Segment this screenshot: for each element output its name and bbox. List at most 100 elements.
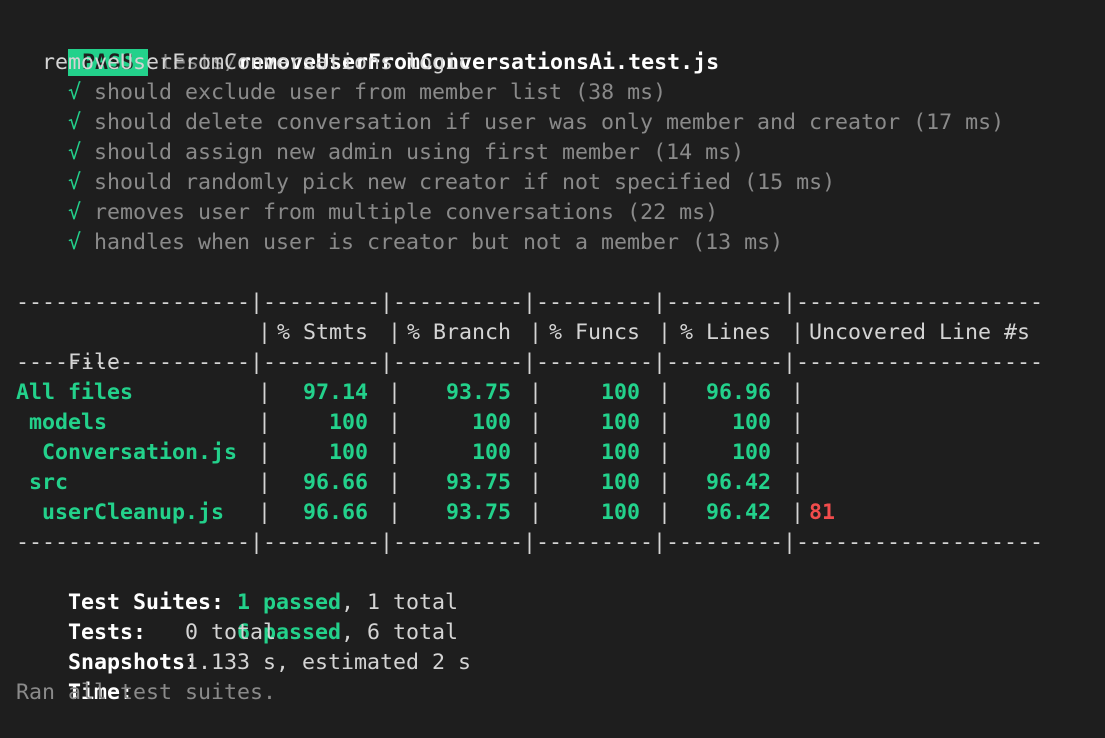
test-duration: (15 ms) xyxy=(744,170,836,195)
terminal-output: PASS tests/removeUserFromConversationsAi.… xyxy=(0,0,1105,715)
column-separator: | xyxy=(658,440,672,465)
check-icon: √ xyxy=(68,140,82,165)
coverage-row-file: All files xyxy=(16,380,134,405)
column-separator: | xyxy=(791,380,805,405)
coverage-cell-funcs: 100 xyxy=(600,500,640,525)
test-result-item: √ handles when user is creator but not a… xyxy=(68,228,783,258)
coverage-cell-lines: 100 xyxy=(731,440,771,465)
coverage-row-file: userCleanup.js xyxy=(16,500,225,525)
column-separator: | xyxy=(658,380,672,405)
coverage-separator-bottom: ------------------|---------|----------|… xyxy=(16,530,1044,555)
summary-snapshots-value: 0 total xyxy=(185,620,277,645)
coverage-cell-lines: 100 xyxy=(731,410,771,435)
column-separator: | xyxy=(658,470,672,495)
coverage-header-uncovered: Uncovered Line #s xyxy=(809,320,1031,345)
column-separator: | xyxy=(258,470,272,495)
column-separator: | xyxy=(388,440,402,465)
test-duration: (22 ms) xyxy=(627,200,719,225)
summary-snapshots: Snapshots: xyxy=(16,618,198,675)
coverage-header-row: File xyxy=(16,318,120,375)
test-label: handles when user is creator but not a m… xyxy=(94,230,680,255)
column-separator: | xyxy=(529,410,543,435)
column-separator: | xyxy=(791,500,805,525)
test-result-item: √ should delete conversation if user was… xyxy=(68,108,1004,138)
summary-test-suites-value: 1 passed, 1 total xyxy=(185,558,458,615)
column-separator: | xyxy=(388,470,402,495)
column-separator: | xyxy=(791,410,805,435)
column-separator: | xyxy=(529,320,543,345)
column-separator: | xyxy=(388,380,402,405)
column-separator: | xyxy=(258,440,272,465)
column-separator: | xyxy=(529,500,543,525)
test-label: should exclude user from member list xyxy=(94,80,563,105)
coverage-header-branch: % Branch xyxy=(406,320,511,345)
summary-tests: Tests: xyxy=(16,588,146,645)
test-duration: (14 ms) xyxy=(653,140,745,165)
test-label: should assign new admin using first memb… xyxy=(94,140,641,165)
summary-footer: Ran all test suites. xyxy=(16,680,277,705)
column-separator: | xyxy=(388,500,402,525)
column-separator: | xyxy=(791,470,805,495)
column-separator: | xyxy=(791,320,805,345)
coverage-cell-uncovered: 81 xyxy=(809,500,836,525)
test-label: should randomly pick new creator if not … xyxy=(94,170,732,195)
column-separator: | xyxy=(791,440,805,465)
coverage-cell-funcs: 100 xyxy=(600,410,640,435)
check-icon: √ xyxy=(68,170,82,195)
test-result-item: √ should randomly pick new creator if no… xyxy=(68,168,835,198)
coverage-cell-stmts: 100 xyxy=(328,440,368,465)
column-separator: | xyxy=(258,410,272,435)
coverage-row-file: models xyxy=(16,410,108,435)
test-label: removes user from multiple conversations xyxy=(94,200,615,225)
coverage-cell-lines: 96.42 xyxy=(705,500,771,525)
check-icon: √ xyxy=(68,80,82,105)
coverage-cell-stmts: 100 xyxy=(328,410,368,435)
test-result-item: √ removes user from multiple conversatio… xyxy=(68,198,718,228)
coverage-row-file: Conversation.js xyxy=(16,440,238,465)
coverage-header-funcs: % Funcs xyxy=(548,320,640,345)
test-file-header: PASS tests/removeUserFromConversationsAi.… xyxy=(16,18,719,76)
summary-tests-value: 6 passed, 6 total xyxy=(185,588,458,645)
column-separator: | xyxy=(658,410,672,435)
column-separator: | xyxy=(658,320,672,345)
coverage-cell-funcs: 100 xyxy=(600,470,640,495)
coverage-cell-branch: 93.75 xyxy=(445,380,511,405)
coverage-cell-funcs: 100 xyxy=(600,380,640,405)
column-separator: | xyxy=(529,470,543,495)
column-separator: | xyxy=(388,320,402,345)
column-separator: | xyxy=(388,410,402,435)
coverage-cell-lines: 96.42 xyxy=(705,470,771,495)
coverage-separator-top: ------------------|---------|----------|… xyxy=(16,290,1044,315)
summary-time: Time: xyxy=(16,648,133,705)
coverage-cell-branch: 93.75 xyxy=(445,470,511,495)
check-icon: √ xyxy=(68,230,82,255)
coverage-header-lines: % Lines xyxy=(679,320,771,345)
coverage-cell-branch: 100 xyxy=(471,410,511,435)
test-result-item: √ should assign new admin using first me… xyxy=(68,138,744,168)
column-separator: | xyxy=(258,320,272,345)
test-result-item: √ should exclude user from member list (… xyxy=(68,78,666,108)
coverage-cell-stmts: 96.66 xyxy=(302,470,368,495)
test-label: should delete conversation if user was o… xyxy=(94,110,901,135)
summary-tests-total: , 6 total xyxy=(341,620,459,645)
check-icon: √ xyxy=(68,200,82,225)
summary-time-value: 1.133 s, estimated 2 s xyxy=(185,650,472,675)
coverage-header-stmts: % Stmts xyxy=(276,320,368,345)
suite-name: removeUserFromConversations logic xyxy=(42,50,472,75)
coverage-cell-branch: 100 xyxy=(471,440,511,465)
column-separator: | xyxy=(658,500,672,525)
coverage-row-file: src xyxy=(16,470,69,495)
test-duration: (17 ms) xyxy=(913,110,1005,135)
test-duration: (38 ms) xyxy=(575,80,667,105)
column-separator: | xyxy=(258,380,272,405)
column-separator: | xyxy=(529,380,543,405)
coverage-cell-branch: 93.75 xyxy=(445,500,511,525)
coverage-cell-lines: 96.96 xyxy=(705,380,771,405)
column-separator: | xyxy=(258,500,272,525)
coverage-cell-funcs: 100 xyxy=(600,440,640,465)
coverage-cell-stmts: 96.66 xyxy=(302,500,368,525)
check-icon: √ xyxy=(68,110,82,135)
column-separator: | xyxy=(529,440,543,465)
test-duration: (13 ms) xyxy=(692,230,784,255)
coverage-cell-stmts: 97.14 xyxy=(302,380,368,405)
